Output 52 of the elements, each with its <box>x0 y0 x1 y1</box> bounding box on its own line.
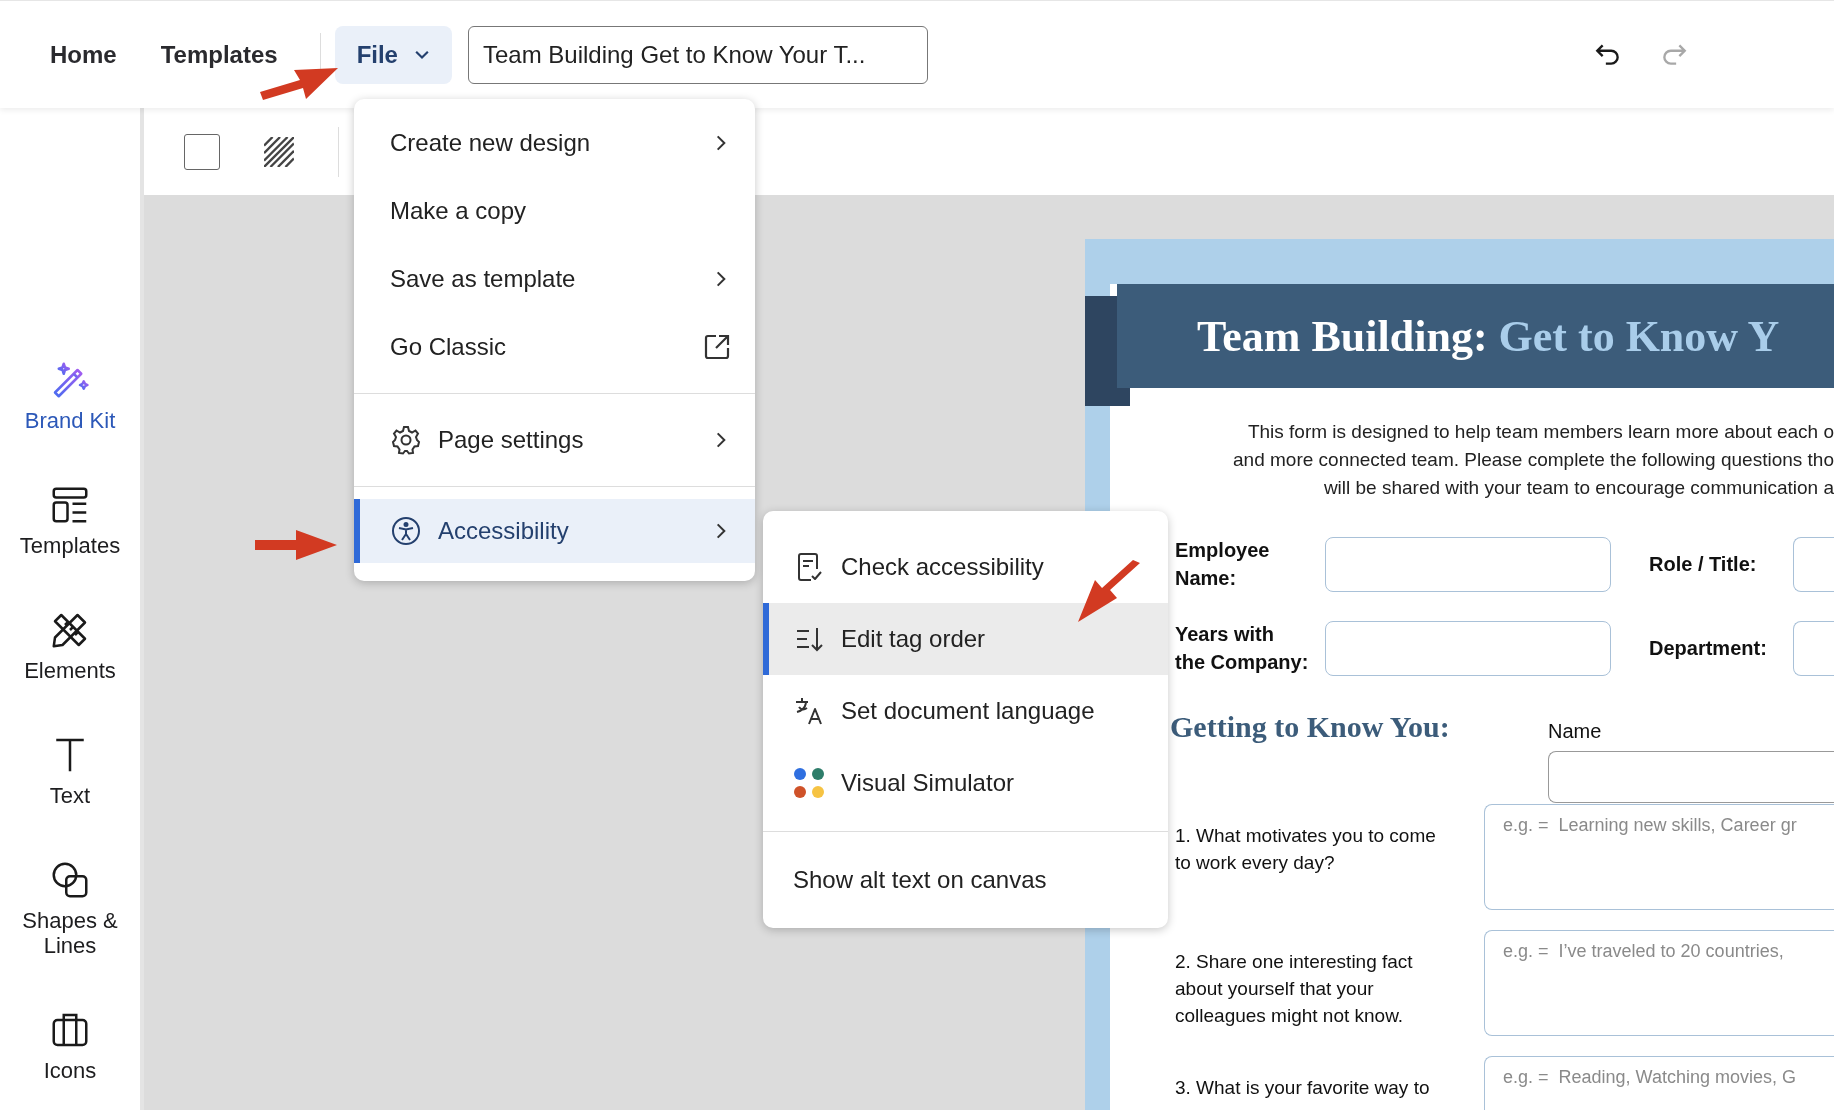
field-label: Years with the Company: <box>1175 622 1309 675</box>
field-label: Department: <box>1649 636 1768 661</box>
sidebar-item[interactable]: Brand Kit <box>10 360 130 433</box>
field-label: Name <box>1548 720 1603 743</box>
intro-text: and more connected team. Please complete the following questions tho <box>1233 448 1834 472</box>
nav-link[interactable]: Templates <box>160 40 278 69</box>
color-dots-icon <box>793 767 825 799</box>
sidebar-item[interactable]: Text <box>10 735 130 808</box>
input-field[interactable] <box>1548 751 1834 803</box>
question-text: 3. What is your favorite way to <box>1175 1076 1431 1100</box>
question-text: 2. Share one interesting fact about yourself that your colleagues might not know. <box>1175 950 1414 1028</box>
question-text: 1. What motivates you to come to work every day? <box>1175 824 1437 875</box>
menu-item[interactable]: Visual Simulator <box>763 747 1168 819</box>
color-swatch[interactable] <box>184 133 220 170</box>
menu-item[interactable]: Make a copy <box>354 177 755 245</box>
shapes-icon <box>50 860 90 900</box>
annotation-arrow <box>1078 560 1140 622</box>
answer-box[interactable]: e.g. = Learning new skills, Career gr <box>1484 804 1834 910</box>
menu-item[interactable]: Show alt text on canvas <box>763 844 1168 916</box>
file-menu-button[interactable]: File <box>334 25 452 84</box>
intro-text: will be shared with your team to encourage communication a <box>1323 476 1834 500</box>
input-field[interactable] <box>1793 536 1834 592</box>
intro-text: This form is designed to help team members learn more about each o <box>1247 420 1834 444</box>
settings-icon <box>390 424 422 456</box>
input-field[interactable] <box>1325 536 1611 592</box>
menu-item[interactable]: Save as template <box>354 245 755 313</box>
answer-box[interactable]: e.g. = Reading, Watching movies, G <box>1484 1056 1834 1110</box>
sidebar-item[interactable]: Icons <box>10 1010 130 1083</box>
input-field[interactable] <box>1793 620 1834 676</box>
field-label: Role / Title: <box>1649 552 1758 577</box>
sidebar-item[interactable]: Elements <box>10 610 130 683</box>
translate-icon <box>793 695 825 727</box>
layout-icon <box>50 485 90 525</box>
nav-link[interactable]: Home <box>50 40 117 69</box>
menu-item[interactable]: Check accessibility <box>763 531 1168 603</box>
section-heading: Getting to Know You: <box>1170 710 1450 744</box>
menu-item[interactable]: Edit tag order <box>763 603 1168 675</box>
input-field[interactable] <box>1325 620 1611 676</box>
document-heading: Team Building: Get to Know Y <box>1197 310 1780 362</box>
external-link-icon <box>703 333 731 361</box>
sidebar-item[interactable]: Shapes & Lines <box>10 860 130 958</box>
menu-item[interactable]: Set document language <box>763 675 1168 747</box>
menu-item[interactable]: Accessibility <box>354 499 755 563</box>
menu-item[interactable]: Page settings <box>354 406 755 474</box>
pattern-icon[interactable] <box>264 136 294 167</box>
menu-item[interactable]: Create new design <box>354 109 755 177</box>
field-label: Employee Name: <box>1175 538 1271 591</box>
answer-box[interactable]: e.g. = I’ve traveled to 20 countries, <box>1484 930 1834 1036</box>
sidebar-item[interactable]: Templates <box>10 485 130 558</box>
menu-item[interactable]: Go Classic <box>354 313 755 381</box>
document-title-field[interactable]: Team Building Get to Know Your T... <box>467 25 928 84</box>
accessibility-icon <box>390 515 422 547</box>
